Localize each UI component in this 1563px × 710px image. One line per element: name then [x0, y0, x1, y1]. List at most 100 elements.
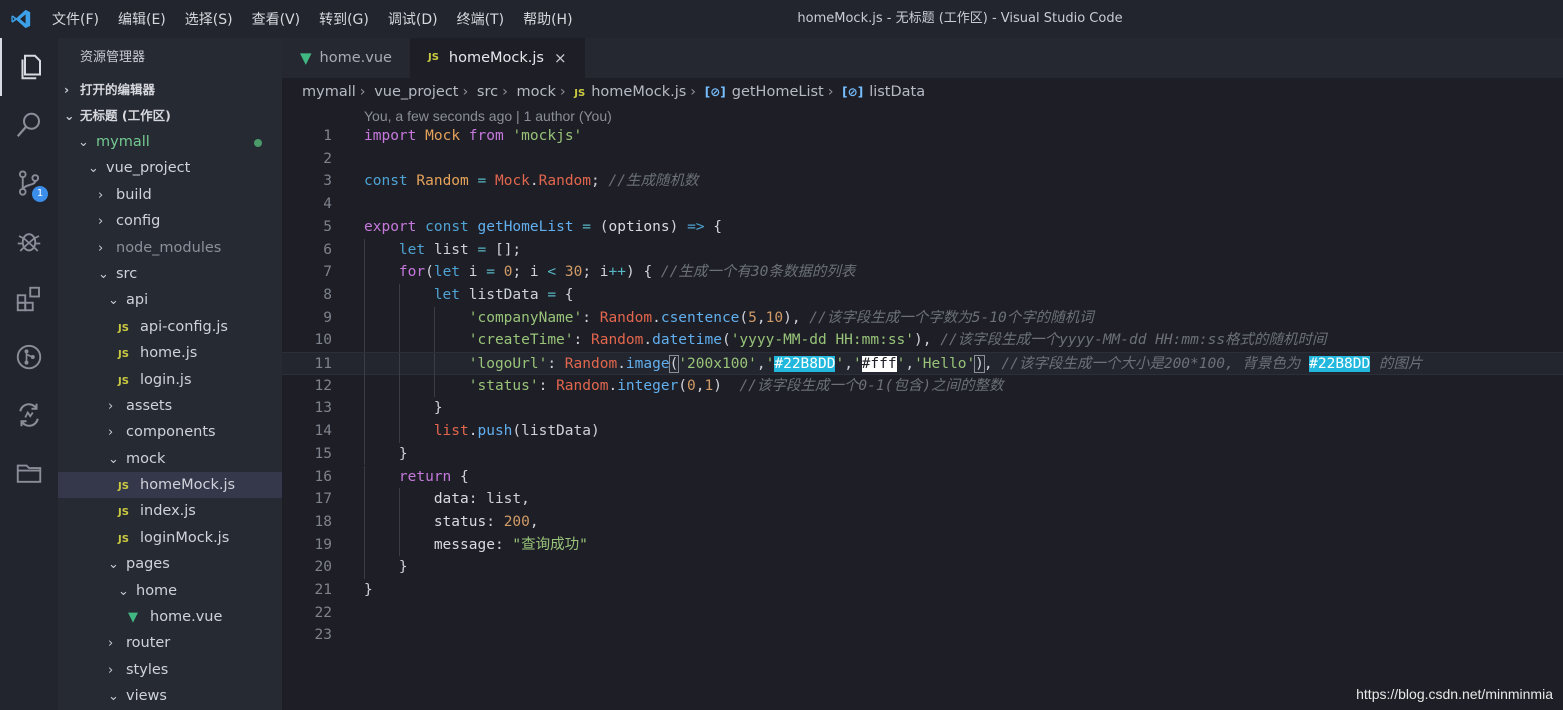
code-token: }: [398, 559, 408, 576]
code-token: listData: [460, 286, 548, 303]
breadcrumb-item[interactable]: listData: [869, 84, 925, 100]
chevron-right-icon: ›: [827, 84, 834, 100]
line-number: 13: [314, 400, 332, 417]
code-token: integer: [617, 377, 679, 394]
code-token: :: [582, 309, 600, 326]
code-token: .: [529, 173, 539, 190]
remote-sync-icon[interactable]: [0, 386, 58, 444]
code-token: ,: [756, 356, 766, 372]
code-line: 22: [282, 602, 1563, 625]
source-control-icon[interactable]: 1: [0, 154, 58, 212]
menu-item[interactable]: 调试(D): [388, 9, 438, 29]
tree-item[interactable]: JS loginMock.js: [58, 525, 282, 551]
source-control-badge: 1: [32, 186, 48, 202]
debug-icon[interactable]: [0, 212, 58, 270]
chevron-down-icon: ⌄: [88, 161, 99, 177]
breadcrumb-item[interactable]: homeMock.js: [591, 84, 686, 100]
menu-item[interactable]: 帮助(H): [523, 9, 572, 29]
breadcrumb-item[interactable]: getHomeList: [732, 84, 824, 100]
code-token: Random: [599, 309, 653, 326]
chevron-right-icon: ›: [462, 84, 469, 100]
menu-item[interactable]: 选择(S): [185, 9, 233, 29]
tree-item[interactable]: ▼ home.vue: [58, 604, 282, 630]
tree-item-label: pages: [126, 556, 170, 573]
git-graph-icon[interactable]: [0, 328, 58, 386]
extensions-icon[interactable]: [0, 270, 58, 328]
tree-item[interactable]: ⌄ api: [58, 287, 282, 313]
tree-item[interactable]: JS api-config.js: [58, 314, 282, 340]
workspace-section[interactable]: ⌄ 无标题 (工作区): [58, 103, 282, 129]
tab-homemock-js[interactable]: JS homeMock.js ×: [409, 38, 585, 78]
code-line: 14 list.push(listData): [282, 420, 1563, 443]
tree-item[interactable]: ⌄ views: [58, 683, 282, 709]
tree-item[interactable]: › router: [58, 630, 282, 656]
breadcrumb-item[interactable]: mymall: [302, 84, 356, 100]
code-text: data: list,: [434, 488, 530, 511]
code-line: 5 export const getHomeList = (options) =>…: [282, 216, 1563, 239]
tree-item[interactable]: JS homeMock.js: [58, 472, 282, 499]
tree-item[interactable]: › config: [58, 208, 282, 234]
menu-item[interactable]: 编辑(E): [118, 9, 166, 29]
code-token: ): [974, 355, 985, 373]
code-token: =: [477, 173, 487, 190]
code-token: const: [364, 173, 408, 190]
modified-dot-icon: [254, 139, 262, 147]
tree-item[interactable]: › assets: [58, 393, 282, 419]
code-token: status: [433, 513, 487, 530]
code-token: ,: [756, 309, 766, 326]
tree-item[interactable]: ⌄ mock: [58, 446, 282, 472]
code-token: ,: [529, 513, 539, 530]
code-token: datetime: [652, 332, 722, 349]
js-file-icon: JS: [118, 481, 129, 493]
activity-bar: 1: [0, 38, 58, 710]
indent-guide: [398, 420, 400, 443]
breadcrumb-item[interactable]: vue_project: [374, 84, 458, 100]
tree-item[interactable]: JS index.js: [58, 498, 282, 524]
tree-item[interactable]: ⌄ src: [58, 261, 282, 287]
code-token: Random: [538, 173, 592, 190]
tab-home-vue[interactable]: ▼ home.vue: [282, 38, 410, 78]
tab-label: homeMock.js: [448, 50, 544, 66]
menu-item[interactable]: 文件(F): [52, 9, 99, 29]
tree-item[interactable]: ⌄ pages: [58, 551, 282, 577]
menu-item[interactable]: 终端(T): [457, 9, 504, 29]
open-editors-section[interactable]: › 打开的编辑器: [58, 77, 282, 103]
code-token: (: [425, 264, 434, 281]
line-number: 2: [323, 150, 332, 167]
indent-guide: [398, 510, 400, 534]
tree-item[interactable]: ⌄ vue_project: [58, 155, 282, 181]
code-text: list.push(listData): [434, 420, 600, 443]
tree-item[interactable]: ⌄ home: [58, 578, 282, 604]
close-icon[interactable]: ×: [554, 38, 567, 78]
tree-item[interactable]: JS home.js: [58, 340, 282, 366]
tree-item[interactable]: › components: [58, 419, 282, 445]
search-icon[interactable]: [0, 96, 58, 154]
folder-icon[interactable]: [0, 444, 58, 502]
code-token: .: [608, 377, 618, 394]
menu-item[interactable]: 转到(G): [319, 9, 369, 29]
code-token: //该字段生成一个字数为5-10个字的随机词: [809, 309, 1094, 326]
indent-guide: [433, 329, 435, 352]
tree-item[interactable]: ⌄ mymall: [58, 129, 282, 155]
explorer-icon[interactable]: [0, 38, 58, 96]
breadcrumb-item[interactable]: src: [477, 84, 498, 100]
code-line: 23: [282, 624, 1563, 647]
breadcrumb-item[interactable]: mock: [517, 84, 556, 100]
code-token: Random: [556, 377, 609, 394]
code-token: ,: [695, 377, 705, 394]
indent-guide: [364, 353, 365, 376]
code-token: '200x100': [678, 356, 757, 372]
tree-item[interactable]: › node_modules: [58, 235, 282, 261]
code-text: 'logoUrl': Random.image('200x100','#22B8…: [469, 353, 1422, 376]
code-token: 'Hello': [914, 356, 976, 372]
chevron-down-icon: ⌄: [118, 583, 129, 599]
code-token: ),: [783, 309, 810, 326]
tree-item[interactable]: › build: [58, 182, 282, 208]
indent-guide: [433, 306, 435, 330]
code-token: }: [433, 400, 443, 417]
tree-item[interactable]: › styles: [58, 657, 282, 683]
menu-item[interactable]: 查看(V): [252, 9, 301, 29]
tree-item[interactable]: JS login.js: [58, 367, 282, 393]
